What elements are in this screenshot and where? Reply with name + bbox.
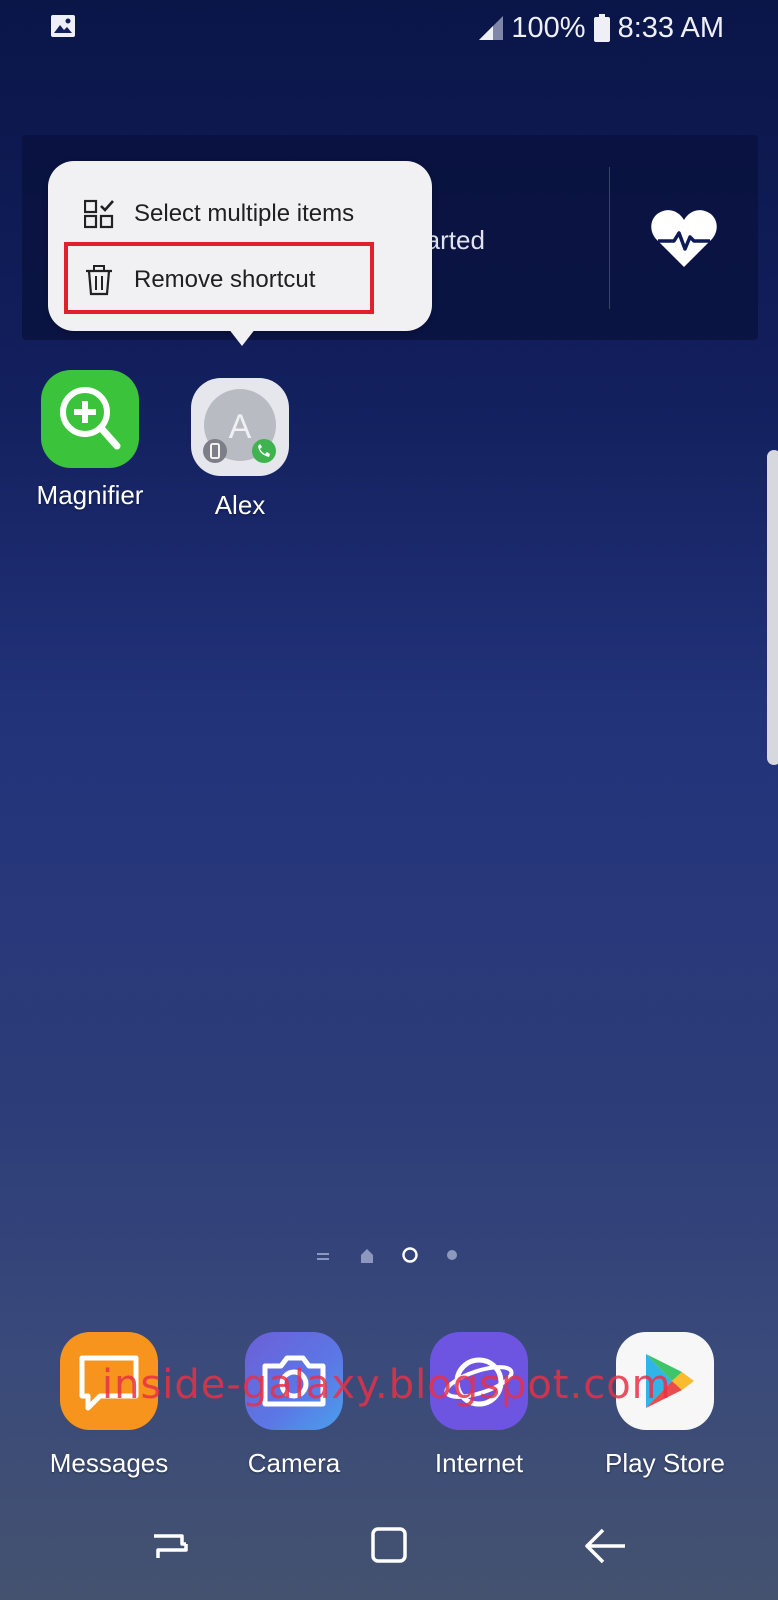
page-indicator bbox=[0, 1246, 778, 1268]
menu-page-icon bbox=[317, 1253, 329, 1260]
home-page-icon bbox=[361, 1249, 373, 1263]
app-label: Internet bbox=[434, 1448, 524, 1478]
signal-icon bbox=[479, 16, 504, 40]
select-multiple-icon bbox=[84, 199, 114, 229]
app-label: Messages bbox=[49, 1448, 169, 1478]
magnifier-icon bbox=[41, 370, 139, 468]
back-button[interactable] bbox=[577, 1522, 637, 1572]
app-label: Alex bbox=[214, 490, 266, 520]
recents-button[interactable] bbox=[142, 1522, 202, 1572]
home-button[interactable] bbox=[359, 1522, 419, 1572]
gallery-icon bbox=[51, 15, 75, 37]
app-alex[interactable]: A Alex bbox=[172, 378, 308, 528]
app-label: Magnifier bbox=[36, 480, 144, 510]
clock: 8:33 AM bbox=[617, 11, 724, 44]
watermark: inside-galaxy.blogspot.com bbox=[102, 1362, 672, 1408]
heart-rate-icon[interactable] bbox=[650, 207, 718, 269]
app-label: Camera bbox=[247, 1448, 341, 1478]
navigation-bar bbox=[0, 1500, 778, 1600]
highlight-box bbox=[64, 242, 374, 314]
battery-icon bbox=[593, 14, 610, 42]
status-right: 100% 8:33 AM bbox=[477, 10, 724, 46]
contact-initial: A bbox=[229, 408, 252, 446]
menu-item-label: Select multiple items bbox=[134, 200, 355, 227]
menu-item-select-multiple[interactable]: Select multiple items bbox=[48, 183, 432, 245]
contact-icon: A bbox=[191, 378, 289, 476]
page-dot bbox=[447, 1250, 457, 1260]
app-magnifier[interactable]: Magnifier bbox=[22, 370, 158, 520]
app-label: Play Store bbox=[605, 1448, 725, 1478]
edge-panel-handle[interactable] bbox=[767, 450, 778, 765]
widget-divider bbox=[609, 167, 610, 309]
menu-pointer bbox=[228, 328, 256, 346]
battery-percent: 100% bbox=[511, 11, 586, 44]
current-page-dot bbox=[402, 1247, 418, 1263]
status-bar: 100% 8:33 AM bbox=[0, 0, 778, 56]
